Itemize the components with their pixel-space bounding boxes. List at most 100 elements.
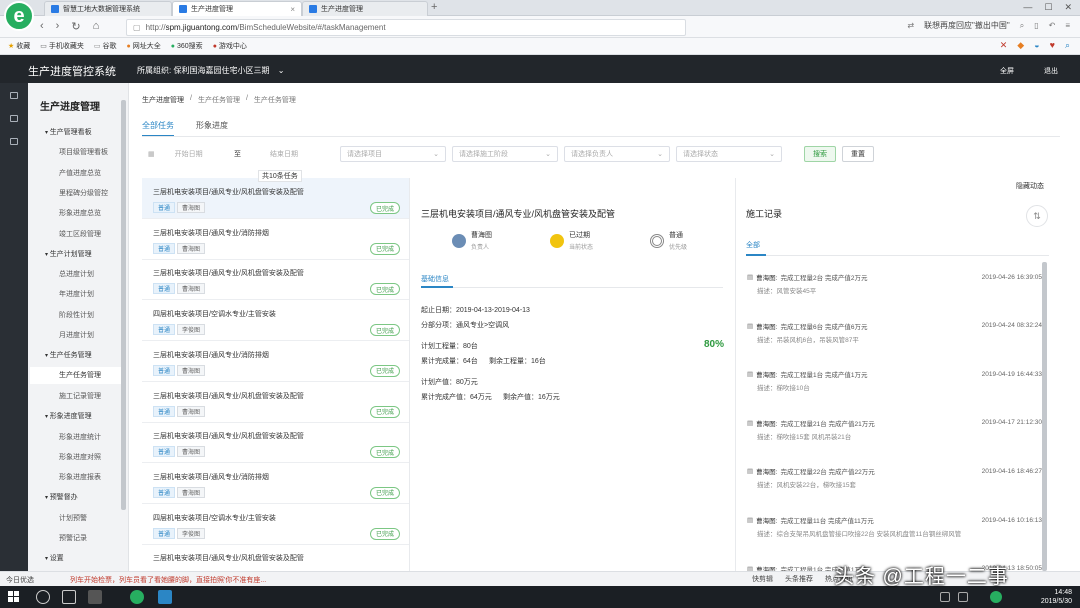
menu-icon[interactable]: ≡ <box>1065 21 1070 30</box>
extension-icon[interactable]: ◆ <box>1017 40 1024 51</box>
sidebar-item[interactable]: 总进度计划 <box>59 269 94 279</box>
search-icon[interactable]: ⌕ <box>1020 21 1024 31</box>
sidebar-item[interactable]: 年进度计划 <box>59 289 94 299</box>
logout-button[interactable]: 退出 <box>1044 66 1058 76</box>
close-tab-icon[interactable]: × <box>290 5 295 14</box>
search-hint[interactable]: 联想再度回应"撤出中国" <box>924 20 1010 31</box>
sidebar-item[interactable]: 施工记录管理 <box>59 391 101 401</box>
sidebar-scrollbar[interactable] <box>121 100 126 510</box>
sidebar-item[interactable]: 形象进度对照 <box>59 452 101 462</box>
tray-icon[interactable] <box>990 591 1002 603</box>
url-field[interactable]: ▢ http://spm.jiguantong.com/BimScheduleW… <box>126 19 686 36</box>
app-taskbar-icon[interactable] <box>158 590 172 604</box>
phone-icon[interactable]: ▯ <box>1034 21 1038 30</box>
maximize-icon[interactable]: ☐ <box>1044 2 1052 13</box>
end-date-field[interactable]: 结束日期 <box>252 146 338 162</box>
extension-icon[interactable]: ◒ <box>1034 40 1039 51</box>
owner-select[interactable]: 请选择负责人 ⌄ <box>564 146 670 162</box>
share-icon[interactable]: ⇄ <box>907 21 914 30</box>
sidebar-item[interactable]: 形象进度总览 <box>59 208 101 218</box>
undo-icon[interactable]: ↶ <box>1049 21 1056 30</box>
bookmark-item[interactable]: ● 网址大全 <box>127 41 161 51</box>
tray-icon[interactable] <box>940 592 950 602</box>
browser-tab[interactable]: 智慧工地大数据管理系统 <box>44 1 172 16</box>
news-ticker[interactable]: 列车开始检票，列车员看了看她腰的脚，直接拍照'你不准有座... <box>70 575 266 585</box>
sidebar-group[interactable]: ▾ 生产管理看板 <box>45 127 92 137</box>
sidebar-item[interactable]: 生产任务管理 <box>30 366 122 384</box>
reset-button[interactable]: 重置 <box>842 146 874 162</box>
bookmark-item[interactable]: ★ 收藏 <box>8 41 30 51</box>
sidebar-group[interactable]: ▾ 预警督办 <box>45 492 78 502</box>
extension-icon[interactable]: ♥ <box>1050 40 1055 51</box>
breadcrumb-item[interactable]: 生产进度管理 <box>142 95 184 105</box>
sidebar-item[interactable]: 竣工区段管理 <box>59 229 101 239</box>
sidebar-item[interactable]: 预警记录 <box>59 533 87 543</box>
task-view-icon[interactable] <box>62 590 76 604</box>
windows-start-icon[interactable] <box>8 591 19 602</box>
org-selector[interactable]: 所属组织: 保利国海嘉园住宅小区三期 ⌄ <box>137 65 284 76</box>
task-item[interactable]: 三层机电安装项目/通风专业/风机盘管安装及配管 普通 曹海图 已完成 <box>142 259 409 301</box>
browser-tab[interactable]: 生产进度管理 <box>302 1 428 16</box>
status-link[interactable]: 头条推荐 <box>785 574 813 584</box>
tab-basic-info[interactable]: 基础信息 <box>421 274 449 284</box>
task-item[interactable]: 三层机电安装项目/通风专业/消防排烟 普通 曹海图 已完成 <box>142 341 409 382</box>
sidebar-item[interactable]: 里程碑分级管控 <box>59 188 108 198</box>
sidebar-group[interactable]: ▾ 生产任务管理 <box>45 350 92 360</box>
tab-visual-progress[interactable]: 形象进度 <box>196 120 228 136</box>
status-select[interactable]: 请选择状态 ⌄ <box>676 146 782 162</box>
bookmark-item[interactable]: ● 360搜索 <box>171 41 203 51</box>
sidebar-item[interactable]: 形象进度统计 <box>59 432 101 442</box>
task-item[interactable]: 三层机电安装项目/通风专业/风机盘管安装及配管 <box>142 544 409 571</box>
tab-all-logs[interactable]: 全部 <box>746 240 760 250</box>
sidebar-item[interactable]: 项目级管理看板 <box>59 147 108 157</box>
sidebar-item[interactable]: 月进度计划 <box>59 330 94 340</box>
tab-all-tasks[interactable]: 全部任务 <box>142 120 174 136</box>
status-link[interactable]: 快剪辑 <box>752 574 773 584</box>
task-item[interactable]: 三层机电安装项目/通风专业/消防排烟 普通 曹海图 已完成 <box>142 463 409 504</box>
task-item[interactable]: 三层机电安装项目/通风专业/风机盘管安装及配管 普通 曹海图 已完成 <box>142 422 409 464</box>
app-icon[interactable] <box>88 590 102 604</box>
new-tab-icon[interactable]: + <box>431 1 437 13</box>
status-left[interactable]: 今日优选 <box>6 575 34 585</box>
sidebar-item[interactable]: 形象进度报表 <box>59 472 101 482</box>
sidebar-item[interactable]: 计划预警 <box>59 513 87 523</box>
task-item[interactable]: 四层机电安装项目/空调水专业/主管安装 普通 李俊图 已完成 <box>142 504 409 545</box>
browser-tab-active[interactable]: 生产进度管理 × <box>172 1 302 16</box>
fullscreen-button[interactable]: 全屏 <box>1000 66 1014 76</box>
stage-select[interactable]: 请选择施工阶段 ⌄ <box>452 146 558 162</box>
start-date-field[interactable]: ▦ 开始日期 <box>142 146 232 162</box>
browser-logo-icon[interactable]: e <box>4 1 34 31</box>
sidebar-item[interactable]: 产值进度总览 <box>59 168 101 178</box>
sort-icon[interactable]: ⇅ <box>1026 205 1048 227</box>
sidebar-group[interactable]: ▾ 设置 <box>45 553 64 563</box>
bookmark-item[interactable]: ● 游戏中心 <box>213 41 247 51</box>
task-item[interactable]: 三层机电安装项目/通风专业/风机盘管安装及配管 普通 曹海图 已完成 <box>142 382 409 423</box>
task-item[interactable]: 三层机电安装项目/通风专业/风机盘管安装及配管 普通 曹海图 已完成 <box>142 178 409 219</box>
extension-icon[interactable]: ✕ <box>1000 40 1008 51</box>
bookmark-item[interactable]: ▭ 手机收藏夹 <box>40 41 84 51</box>
search-button[interactable]: 搜索 <box>804 146 836 162</box>
hide-activity-toggle[interactable]: 隐藏动态 <box>1016 181 1044 191</box>
search-icon[interactable] <box>36 590 50 604</box>
tray-icon[interactable] <box>958 592 968 602</box>
sidebar-group[interactable]: ▾ 形象进度管理 <box>45 411 92 421</box>
clock[interactable]: 14:48 2019/5/30 <box>1041 588 1072 606</box>
refresh-icon[interactable]: ↻ <box>71 20 80 33</box>
bookmark-item[interactable]: ▭ 谷歌 <box>94 41 117 51</box>
forward-icon[interactable]: › <box>56 20 60 33</box>
task-item[interactable]: 三层机电安装项目/通风专业/消防排烟 普通 曹海图 已完成 <box>142 219 409 260</box>
back-icon[interactable]: ‹ <box>40 20 44 33</box>
list-icon[interactable] <box>10 115 18 122</box>
sidebar-item[interactable]: 阶段性计划 <box>59 310 94 320</box>
breadcrumb-item[interactable]: 生产任务管理 <box>198 95 240 105</box>
list-icon[interactable] <box>10 138 18 145</box>
close-window-icon[interactable]: ✕ <box>1064 2 1072 13</box>
document-icon[interactable] <box>10 92 18 99</box>
extension-icon[interactable]: ⌕ <box>1065 40 1070 51</box>
project-select[interactable]: 请选择项目 ⌄ <box>340 146 446 162</box>
home-icon[interactable]: ⌂ <box>93 20 100 33</box>
task-item[interactable]: 四层机电安装项目/空调水专业/主管安装 普通 李俊图 已完成 <box>142 300 409 342</box>
minimize-icon[interactable]: — <box>1023 2 1032 13</box>
sidebar-group[interactable]: ▾ 生产计划管理 <box>45 249 92 259</box>
log-scrollbar[interactable] <box>1042 262 1047 571</box>
